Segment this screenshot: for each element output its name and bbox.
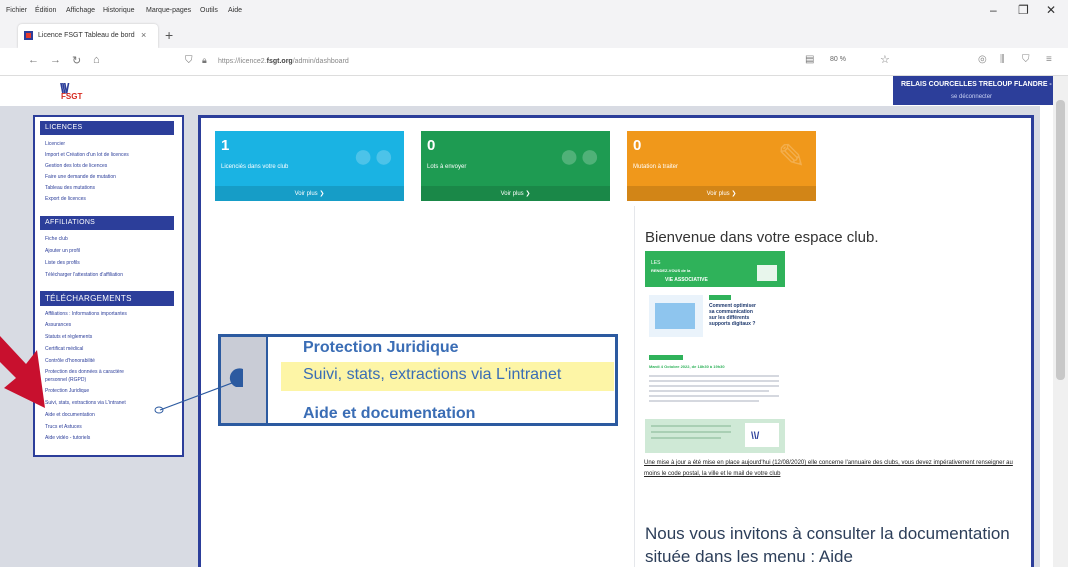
- stat-label: Lots à envoyer: [427, 164, 467, 170]
- newsletter-date: Mardi 4 Octobre 2022, de 18h30 à 19h30: [649, 364, 725, 369]
- sidebar-item-certificat[interactable]: Certificat médical: [45, 346, 83, 352]
- menu-item-edit[interactable]: Édition: [35, 7, 56, 14]
- invite-text: Nous vous invitons à consulter la docume…: [645, 524, 1010, 566]
- tracking-shield-icon[interactable]: ⛉: [185, 55, 193, 66]
- pocket-icon[interactable]: ◎: [978, 54, 987, 65]
- sidebar-item-demande-mutation[interactable]: Faire une demande de mutation: [45, 174, 116, 180]
- browser-tab[interactable]: Licence FSGT Tableau de bord ×: [18, 24, 158, 48]
- banner-line1: LES: [651, 260, 661, 266]
- close-tab-icon[interactable]: ×: [141, 30, 146, 40]
- stat-label: Mutation à traiter: [633, 164, 679, 170]
- bookmark-star-icon[interactable]: ☆: [880, 53, 890, 66]
- newsletter-image[interactable]: LES RENDEZ-VOUS de la VIE ASSOCIATIVE Co…: [645, 251, 785, 459]
- zoom-line-suivi: Suivi, stats, extractions via L'intranet: [303, 366, 562, 383]
- sidebar-item-statuts[interactable]: Statuts et règlements: [45, 334, 92, 340]
- pencil-icon: ✎: [777, 138, 807, 176]
- welcome-title: Bienvenue dans votre espace club.: [645, 229, 879, 246]
- back-icon[interactable]: ←: [28, 54, 39, 66]
- club-name: RELAIS COURCELLES TRELOUP FLANDRE -: [901, 81, 1052, 88]
- zoom-gutter: [221, 337, 268, 423]
- reader-view-icon[interactable]: ▤: [805, 54, 814, 65]
- new-tab-icon[interactable]: +: [165, 27, 173, 43]
- menu-item-help[interactable]: Aide: [228, 7, 242, 14]
- stat-number: 0: [633, 137, 642, 154]
- sidebar-item-tableau-mutations[interactable]: Tableau des mutations: [45, 185, 95, 191]
- users-icon: ●●: [558, 137, 600, 175]
- see-more-link[interactable]: Voir plus ❯: [421, 186, 610, 201]
- sidebar-item-rgpd[interactable]: Protection des données à caractère: [45, 369, 124, 375]
- logout-link[interactable]: se déconnecter: [951, 94, 992, 100]
- users-icon: ●●: [352, 137, 394, 175]
- sidebar-item-aide-documentation[interactable]: Aide et documentation: [45, 412, 95, 418]
- newsletter-headline-l4: supports digitaux ?: [709, 321, 755, 327]
- sidebar-item-attestation[interactable]: Télécharger l'attestation d'affiliation: [45, 272, 123, 278]
- banner-line2: RENDEZ-VOUS de la: [651, 268, 691, 273]
- sidebar-item-suivi-stats[interactable]: Suivi, stats, extractions via L'intranet: [45, 400, 126, 406]
- stat-card-licencies[interactable]: 1 ●● Licenciés dans votre club Voir plus…: [215, 131, 404, 201]
- newsletter-logo: \\/: [751, 431, 760, 442]
- zoom-line-aide: Aide et documentation: [303, 405, 476, 422]
- stat-label: Licenciés dans votre club: [221, 164, 289, 170]
- sidebar: Licences Licencier Import et Création d'…: [33, 115, 184, 457]
- stat-card-mutation[interactable]: 0 ✎ Mutation à traiter Voir plus ❯: [627, 131, 816, 201]
- menu-icon[interactable]: ≡: [1046, 54, 1052, 65]
- zoom-level[interactable]: 80 %: [830, 56, 846, 63]
- sidebar-item-liste-profils[interactable]: Liste des profils: [45, 260, 80, 266]
- extension-shield-icon[interactable]: ⛉: [1022, 54, 1030, 65]
- close-window-icon[interactable]: ✕: [1046, 3, 1056, 17]
- stat-number: 1: [221, 137, 230, 154]
- fsgt-logo[interactable]: \\\/ FSGT: [60, 80, 92, 102]
- minimize-icon[interactable]: –: [990, 3, 997, 17]
- tab-bar: [0, 22, 1068, 48]
- site-favicon-icon: [24, 31, 33, 40]
- see-more-link[interactable]: Voir plus ❯: [627, 186, 816, 201]
- url-bar[interactable]: ⛉ 🔒︎ https://licence2.fsgt.org/admin/das…: [185, 52, 905, 72]
- see-more-link[interactable]: Voir plus ❯: [215, 186, 404, 201]
- zoom-line-protection: Protection Juridique: [303, 339, 459, 356]
- restore-icon[interactable]: ❐: [1018, 3, 1029, 17]
- sidebar-section-affiliations: Affiliations: [40, 216, 174, 230]
- sidebar-item-affiliations-info[interactable]: Affiliations : Informations importantes: [45, 311, 127, 317]
- sidebar-item-export-licences[interactable]: Export de licences: [45, 196, 86, 202]
- stat-number: 0: [427, 137, 436, 154]
- tab-title: Licence FSGT Tableau de bord: [38, 32, 135, 39]
- club-account-box[interactable]: RELAIS COURCELLES TRELOUP FLANDRE - se d…: [893, 76, 1053, 105]
- sidebar-section-telechargements: Téléchargements: [40, 291, 174, 306]
- sidebar-item-rgpd-cont[interactable]: personnel (RGPD): [45, 377, 86, 383]
- menu-item-history[interactable]: Historique: [103, 7, 135, 14]
- menu-item-bookmarks[interactable]: Marque-pages: [146, 7, 191, 14]
- sidebar-item-assurances[interactable]: Assurances: [45, 322, 71, 328]
- forward-icon[interactable]: →: [50, 54, 61, 66]
- scrollbar-thumb[interactable]: [1056, 100, 1065, 380]
- sidebar-item-ajouter-profil[interactable]: Ajouter un profil: [45, 248, 80, 254]
- sidebar-item-aide-video[interactable]: Aide vidéo - tutoriels: [45, 435, 90, 441]
- browser-menubar: Fichier Édition Affichage Historique Mar…: [0, 0, 1068, 22]
- library-icon[interactable]: ⫼: [1000, 54, 1005, 65]
- menu-item-file[interactable]: Fichier: [6, 7, 27, 14]
- sidebar-item-trucs-astuces[interactable]: Trucs et Astuces: [45, 424, 82, 430]
- stat-card-lots[interactable]: 0 ●● Lots à envoyer Voir plus ❯: [421, 131, 610, 201]
- zoom-callout: Protection Juridique Suivi, stats, extra…: [218, 334, 618, 426]
- sidebar-item-fiche-club[interactable]: Fiche club: [45, 236, 68, 242]
- sidebar-item-gestion-lots[interactable]: Gestion des lots de licences: [45, 163, 107, 169]
- url-text: https://licence2.fsgt.org/admin/dashboar…: [218, 58, 349, 65]
- menu-item-view[interactable]: Affichage: [66, 7, 95, 14]
- sidebar-item-honorabilite[interactable]: Contrôle d'honorabilité: [45, 358, 95, 364]
- sidebar-item-licencier[interactable]: Licencier: [45, 141, 65, 147]
- banner-line3: VIE ASSOCIATIVE: [665, 277, 708, 283]
- sidebar-section-licences: Licences: [40, 121, 174, 135]
- home-icon[interactable]: ⌂: [93, 54, 100, 66]
- sidebar-item-protection-juridique[interactable]: Protection Juridique: [45, 388, 89, 394]
- update-notice: Une mise à jour a été mise en place aujo…: [644, 460, 1013, 477]
- lock-icon[interactable]: 🔒︎: [202, 55, 207, 66]
- menu-item-tools[interactable]: Outils: [200, 7, 218, 14]
- reload-icon[interactable]: ↻: [72, 54, 81, 67]
- sidebar-item-import-lot[interactable]: Import et Création d'un lot de licences: [45, 152, 129, 158]
